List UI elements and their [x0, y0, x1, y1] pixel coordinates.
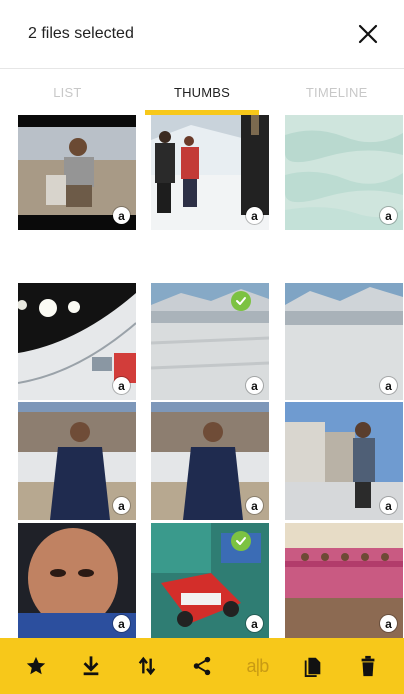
auto-badge: a: [113, 497, 130, 514]
thumbnail-grid: a a a a a a a a a a a a: [0, 115, 404, 638]
auto-badge: a: [246, 207, 263, 224]
thumbnail-selected[interactable]: a: [151, 523, 269, 638]
compare-button: a|b: [237, 646, 277, 686]
sort-icon: [138, 656, 155, 676]
tab-list[interactable]: LIST: [0, 69, 135, 115]
thumbnail[interactable]: a: [151, 402, 269, 520]
share-icon: [193, 656, 211, 676]
thumbnail[interactable]: a: [18, 283, 136, 400]
close-button[interactable]: [348, 14, 388, 54]
auto-badge: a: [380, 497, 397, 514]
copy-icon: [304, 657, 321, 677]
close-icon: [358, 24, 378, 44]
download-button[interactable]: [71, 646, 111, 686]
selected-check: [231, 531, 251, 551]
star-icon: [26, 656, 45, 675]
compare-icon: a|b: [246, 655, 270, 676]
thumbnail[interactable]: a: [18, 402, 136, 520]
auto-badge: a: [380, 207, 397, 224]
action-toolbar: a|b: [0, 638, 404, 694]
thumbnail[interactable]: a: [18, 115, 136, 230]
auto-badge: a: [113, 615, 130, 632]
auto-badge: a: [380, 615, 397, 632]
thumbnail[interactable]: a: [285, 283, 403, 400]
copy-button[interactable]: [293, 646, 333, 686]
share-button[interactable]: [182, 646, 222, 686]
check-icon: [236, 537, 246, 545]
delete-button[interactable]: [348, 646, 388, 686]
sort-button[interactable]: [127, 646, 167, 686]
auto-badge: a: [246, 497, 263, 514]
auto-badge: a: [380, 377, 397, 394]
thumbnail[interactable]: a: [285, 402, 403, 520]
view-tabs: LIST THUMBS TIMELINE: [0, 69, 404, 115]
thumbnail-selected[interactable]: a: [151, 283, 269, 400]
download-icon: [83, 656, 99, 676]
thumbnail[interactable]: a: [285, 115, 403, 230]
tab-thumbs[interactable]: THUMBS: [135, 69, 270, 115]
favorite-button[interactable]: [16, 646, 56, 686]
tab-timeline[interactable]: TIMELINE: [269, 69, 404, 115]
thumbnail[interactable]: a: [18, 523, 136, 638]
thumbnail[interactable]: a: [285, 523, 403, 638]
auto-badge: a: [246, 377, 263, 394]
auto-badge: a: [246, 615, 263, 632]
auto-badge: a: [113, 377, 130, 394]
check-icon: [236, 297, 246, 305]
app-header: 2 files selected: [0, 0, 404, 68]
auto-badge: a: [113, 207, 130, 224]
thumbnail[interactable]: a: [151, 115, 269, 230]
selection-count-title: 2 files selected: [28, 25, 134, 42]
selected-check: [231, 291, 251, 311]
trash-icon: [361, 655, 375, 677]
